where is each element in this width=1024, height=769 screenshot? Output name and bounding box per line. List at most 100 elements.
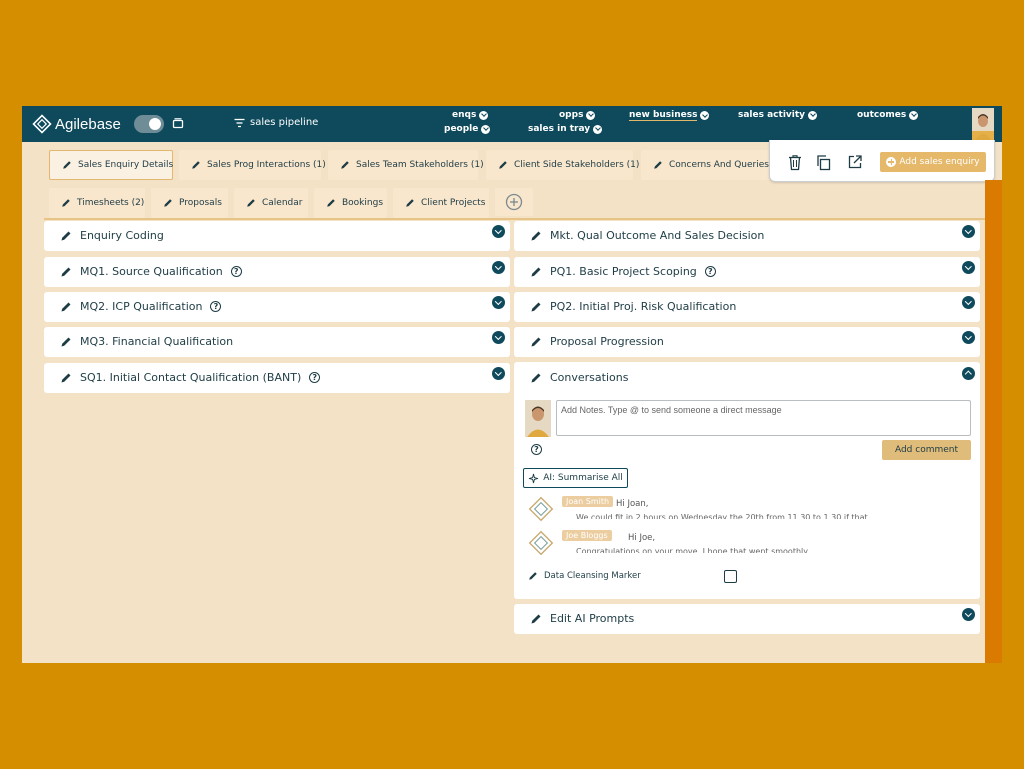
open-external-button[interactable] xyxy=(845,152,865,172)
filter-icon xyxy=(234,118,245,127)
panel-proposal-progression[interactable]: Proposal Progression xyxy=(514,327,980,357)
tab-label: Client Projects xyxy=(421,198,486,208)
help-icon[interactable]: ? xyxy=(531,444,542,455)
pencil-icon xyxy=(327,199,335,207)
panel-mq3-financial-qualification[interactable]: MQ3. Financial Qualification xyxy=(44,327,510,357)
data-cleansing-checkbox[interactable] xyxy=(724,570,737,583)
chevron-down-icon[interactable] xyxy=(962,331,975,344)
pencil-icon xyxy=(499,161,507,169)
chevron-down-icon[interactable] xyxy=(962,296,975,309)
panel-mkt-qual-outcome[interactable]: Mkt. Qual Outcome And Sales Decision xyxy=(514,221,980,251)
nav-outcomes[interactable]: outcomes xyxy=(857,110,919,120)
chevron-down-icon[interactable] xyxy=(492,261,505,274)
help-icon[interactable]: ? xyxy=(704,266,716,277)
pencil-icon xyxy=(531,302,541,311)
copy-icon xyxy=(816,154,830,170)
chevron-down-icon[interactable] xyxy=(492,331,505,344)
panel-title: Enquiry Coding xyxy=(80,229,164,242)
tab-sales-prog-interactions[interactable]: Sales Prog Interactions (1) xyxy=(179,150,326,180)
panel-header[interactable]: Conversations xyxy=(530,371,628,384)
app-logo[interactable]: Agilebase xyxy=(32,114,121,134)
pencil-icon xyxy=(531,373,541,382)
nav-sales-activity[interactable]: sales activity xyxy=(738,110,818,120)
panel-header: PQ2. Initial Proj. Risk Qualification xyxy=(530,300,736,313)
pipeline-selector[interactable]: sales pipeline xyxy=(234,117,318,128)
panel-sq1-initial-contact-qualification[interactable]: SQ1. Initial Contact Qualification (BANT… xyxy=(44,363,510,393)
chevron-down-icon[interactable] xyxy=(962,225,975,238)
tab-sales-team-stakeholders[interactable]: Sales Team Stakeholders (1) xyxy=(328,150,484,180)
chevron-down-icon xyxy=(808,110,818,120)
tray-icon[interactable] xyxy=(172,117,184,129)
tab-bookings[interactable]: Bookings xyxy=(314,188,387,218)
panel-pq2-initial-proj-risk[interactable]: PQ2. Initial Proj. Risk Qualification xyxy=(514,292,980,322)
nav-sales-activity-label: sales activity xyxy=(738,110,806,120)
agilebase-logo-icon xyxy=(528,530,554,556)
help-icon[interactable]: ? xyxy=(210,301,222,312)
add-tab-button[interactable] xyxy=(495,188,533,216)
chevron-down-icon[interactable] xyxy=(962,261,975,274)
nav-enqs-label: enqs xyxy=(452,110,477,120)
chevron-up-icon[interactable] xyxy=(962,367,975,380)
chevron-down-icon[interactable] xyxy=(962,608,975,621)
help-icon[interactable]: ? xyxy=(230,266,242,277)
nav-people-label: people xyxy=(444,124,479,134)
chevron-down-icon xyxy=(909,110,919,120)
tab-proposals[interactable]: Proposals xyxy=(151,188,228,218)
nav-new-business[interactable]: new business xyxy=(629,110,710,121)
tab-client-projects[interactable]: Client Projects xyxy=(393,188,489,218)
pencil-icon xyxy=(164,199,172,207)
ai-summarise-button[interactable]: AI: Summarise All xyxy=(523,468,628,488)
panel-header: MQ1. Source Qualification ? xyxy=(60,265,242,278)
panel-header: MQ3. Financial Qualification xyxy=(60,335,233,348)
chevron-down-icon[interactable] xyxy=(492,367,505,380)
pencil-icon xyxy=(406,199,414,207)
message-author: Joan Smith xyxy=(562,496,614,507)
panel-mq1-source-qualification[interactable]: MQ1. Source Qualification ? xyxy=(44,257,510,287)
nav-people[interactable]: people xyxy=(444,124,491,134)
nav-enqs[interactable]: enqs xyxy=(452,110,489,120)
chevron-down-icon[interactable] xyxy=(492,296,505,309)
pencil-icon xyxy=(531,231,541,240)
tab-label: Timesheets (2) xyxy=(77,198,145,208)
user-avatar[interactable] xyxy=(972,108,994,140)
panel-edit-ai-prompts[interactable]: Edit AI Prompts xyxy=(514,604,980,634)
tab-sales-enquiry-details[interactable]: Sales Enquiry Details xyxy=(49,150,173,180)
chevron-down-icon xyxy=(479,110,489,120)
panel-header: Enquiry Coding xyxy=(60,229,164,242)
tab-calendar[interactable]: Calendar xyxy=(234,188,308,218)
pencil-icon xyxy=(61,337,71,346)
chevron-down-icon xyxy=(593,124,603,134)
agilebase-logo-icon xyxy=(528,496,554,522)
add-sales-enquiry-button[interactable]: Add sales enquiry xyxy=(880,152,986,172)
plus-icon xyxy=(886,157,897,167)
data-cleansing-label: Data Cleansing Marker xyxy=(544,571,641,581)
current-user-avatar xyxy=(525,400,551,437)
tab-concerns-and-queries[interactable]: Concerns And Queries xyxy=(641,150,771,180)
delete-button[interactable] xyxy=(785,152,805,172)
notes-input[interactable] xyxy=(556,400,971,436)
tab-client-side-stakeholders[interactable]: Client Side Stakeholders (1) xyxy=(486,150,639,180)
tab-divider xyxy=(44,218,1002,220)
panel-title: MQ2. ICP Qualification xyxy=(80,300,203,313)
sparkle-icon xyxy=(529,473,539,483)
panel-header: Proposal Progression xyxy=(530,335,664,348)
panel-pq1-basic-project-scoping[interactable]: PQ1. Basic Project Scoping ? xyxy=(514,257,980,287)
top-nav-bar: Agilebase sales pipeline enqs people opp… xyxy=(22,106,1002,142)
record-actions: Add sales enquiry xyxy=(769,140,995,182)
tab-label: Calendar xyxy=(262,198,303,208)
tab-timesheets[interactable]: Timesheets (2) xyxy=(49,188,145,218)
chevron-down-icon[interactable] xyxy=(492,225,505,238)
copy-button[interactable] xyxy=(813,152,833,172)
help-icon[interactable]: ? xyxy=(309,372,321,383)
add-sales-enquiry-label: Add sales enquiry xyxy=(899,157,980,167)
nav-sales-in-tray[interactable]: sales in tray xyxy=(528,124,603,134)
right-edge-strip xyxy=(985,180,1002,663)
panel-title: MQ1. Source Qualification xyxy=(80,265,223,278)
nav-opps[interactable]: opps xyxy=(559,110,596,120)
pencil-icon xyxy=(192,161,200,169)
panel-enquiry-coding[interactable]: Enquiry Coding xyxy=(44,221,510,251)
add-comment-button[interactable]: Add comment xyxy=(882,440,971,460)
panel-mq2-icp-qualification[interactable]: MQ2. ICP Qualification ? xyxy=(44,292,510,322)
view-toggle[interactable] xyxy=(134,115,164,133)
agilebase-logo-icon xyxy=(32,114,52,134)
